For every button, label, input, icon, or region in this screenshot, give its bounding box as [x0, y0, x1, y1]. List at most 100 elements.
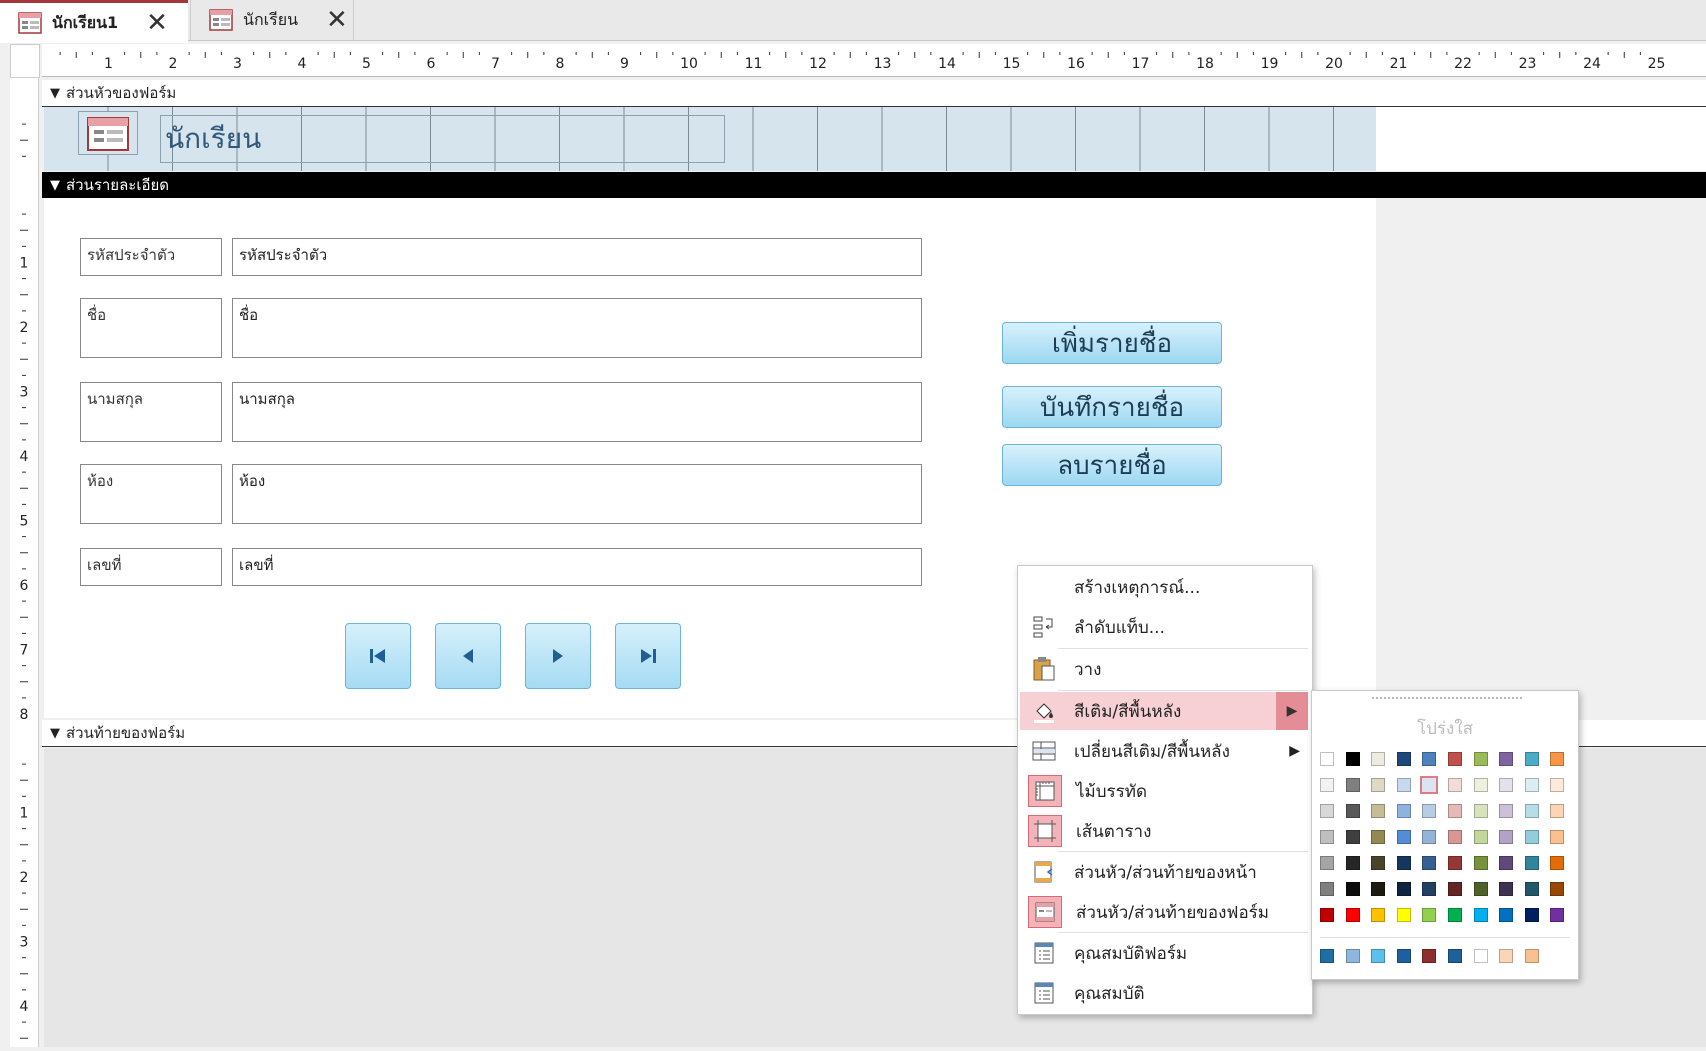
menu-item-ruler[interactable]: ไม้บรรทัด — [1020, 772, 1308, 810]
textbox-last-name[interactable]: นามสกุล — [232, 382, 922, 442]
color-swatch[interactable] — [1550, 882, 1565, 896]
color-swatch[interactable] — [1320, 778, 1334, 792]
color-swatch[interactable] — [1396, 752, 1411, 766]
color-swatch[interactable] — [1396, 856, 1411, 870]
color-swatch[interactable] — [1524, 830, 1539, 844]
color-swatch[interactable] — [1371, 882, 1386, 896]
color-swatch[interactable] — [1371, 830, 1386, 844]
color-swatch[interactable] — [1473, 856, 1488, 870]
color-swatch[interactable] — [1550, 856, 1565, 870]
transparent-option[interactable]: โปร่งใส — [1312, 715, 1578, 742]
label-student-id[interactable]: รหัสประจำตัว — [80, 238, 222, 276]
recent-color-swatch[interactable] — [1499, 949, 1514, 963]
color-swatch[interactable] — [1499, 856, 1514, 870]
label-last-name[interactable]: นามสกุล — [80, 382, 222, 442]
color-swatch[interactable] — [1371, 908, 1386, 922]
color-swatch[interactable] — [1345, 856, 1360, 870]
menu-item-alternate-fill-color[interactable]: เปลี่ยนสีเติม/สีพื้นหลัง ▶ — [1020, 732, 1308, 770]
vertical-ruler[interactable]: 1 2 3 4 5 6 7 8 1 2 3 4 — [10, 78, 39, 1047]
color-swatch[interactable] — [1448, 882, 1462, 896]
form-title[interactable]: นักเรียน — [160, 115, 725, 163]
color-swatch[interactable] — [1345, 752, 1360, 766]
horizontal-ruler[interactable]: 1 2 3 4 5 6 7 8 9 10 11 12 13 14 15 16 17 18 19 20 21 22 23 24 2… — [42, 44, 1706, 77]
label-number[interactable]: เลขที่ — [80, 548, 222, 586]
close-icon[interactable]: ✕ — [146, 8, 168, 38]
color-swatch[interactable] — [1499, 830, 1514, 844]
menu-item-build-event[interactable]: สร้างเหตุการณ์... — [1020, 568, 1308, 606]
color-swatch[interactable] — [1448, 752, 1462, 766]
color-swatch[interactable] — [1422, 856, 1437, 870]
color-swatch[interactable] — [1473, 778, 1488, 792]
color-swatch[interactable] — [1320, 856, 1334, 870]
color-swatch[interactable] — [1345, 830, 1360, 844]
menu-item-fill-back-color[interactable]: สีเติม/สีพื้นหลัง ▶ — [1020, 692, 1308, 730]
color-swatch[interactable] — [1550, 908, 1565, 922]
color-swatch[interactable] — [1320, 908, 1334, 922]
logo-frame[interactable] — [78, 111, 138, 155]
delete-name-button[interactable]: ลบรายชื่อ — [1002, 444, 1222, 486]
recent-color-swatch[interactable] — [1524, 949, 1539, 963]
color-swatch[interactable] — [1320, 804, 1334, 818]
color-swatch[interactable] — [1396, 908, 1411, 922]
save-name-button[interactable]: บันทึกรายชื่อ — [1002, 386, 1222, 428]
color-swatch[interactable] — [1550, 778, 1565, 792]
color-swatch[interactable] — [1422, 752, 1437, 766]
color-swatch[interactable] — [1524, 778, 1539, 792]
color-swatch[interactable] — [1448, 778, 1462, 792]
recent-color-swatch[interactable] — [1396, 949, 1411, 963]
menu-item-properties[interactable]: คุณสมบัติ — [1020, 974, 1308, 1012]
tab-student1[interactable]: นักเรียน1 ✕ — [0, 0, 188, 43]
color-swatch[interactable] — [1371, 778, 1386, 792]
textbox-room[interactable]: ห้อง — [232, 464, 922, 524]
last-record-button[interactable] — [615, 623, 681, 689]
color-swatch[interactable] — [1524, 856, 1539, 870]
color-swatch[interactable] — [1473, 804, 1488, 818]
color-swatch[interactable] — [1420, 776, 1439, 794]
color-swatch[interactable] — [1422, 830, 1437, 844]
color-swatch[interactable] — [1396, 830, 1411, 844]
ruler-corner[interactable] — [10, 44, 40, 78]
color-swatch[interactable] — [1499, 882, 1514, 896]
recent-color-swatch[interactable] — [1320, 949, 1334, 963]
menu-item-paste[interactable]: วาง — [1020, 650, 1308, 688]
close-icon[interactable]: ✕ — [326, 5, 348, 35]
add-name-button[interactable]: เพิ่มรายชื่อ — [1002, 322, 1222, 364]
color-swatch[interactable] — [1550, 830, 1565, 844]
color-swatch[interactable] — [1473, 882, 1488, 896]
tab-student[interactable]: นักเรียน ✕ — [190, 0, 354, 40]
color-swatch[interactable] — [1499, 804, 1514, 818]
color-swatch[interactable] — [1345, 908, 1360, 922]
color-swatch[interactable] — [1422, 804, 1437, 818]
color-swatch[interactable] — [1448, 856, 1462, 870]
next-record-button[interactable] — [525, 623, 591, 689]
color-swatch[interactable] — [1396, 882, 1411, 896]
recent-color-swatch[interactable] — [1345, 949, 1360, 963]
color-swatch[interactable] — [1524, 908, 1539, 922]
color-swatch[interactable] — [1448, 908, 1462, 922]
menu-item-form-header-footer[interactable]: ส่วนหัว/ส่วนท้ายของฟอร์ม — [1020, 893, 1308, 931]
color-swatch[interactable] — [1473, 752, 1488, 766]
color-swatch[interactable] — [1448, 804, 1462, 818]
textbox-student-id[interactable]: รหัสประจำตัว — [232, 238, 922, 276]
label-room[interactable]: ห้อง — [80, 464, 222, 524]
menu-item-grid[interactable]: เส้นตาราง — [1020, 812, 1308, 850]
color-swatch[interactable] — [1320, 830, 1334, 844]
color-swatch[interactable] — [1499, 908, 1514, 922]
recent-color-swatch[interactable] — [1371, 949, 1386, 963]
color-swatch[interactable] — [1524, 752, 1539, 766]
textbox-number[interactable]: เลขที่ — [232, 548, 922, 586]
color-swatch[interactable] — [1422, 882, 1437, 896]
recent-color-swatch[interactable] — [1473, 949, 1488, 963]
color-swatch[interactable] — [1550, 752, 1565, 766]
color-swatch[interactable] — [1473, 830, 1488, 844]
color-swatch[interactable] — [1371, 804, 1386, 818]
color-swatch[interactable] — [1448, 830, 1462, 844]
menu-item-tab-order[interactable]: ลำดับแท็บ... — [1020, 608, 1308, 646]
previous-record-button[interactable] — [435, 623, 501, 689]
detail-bar[interactable]: ▼ ส่วนรายละเอียด — [42, 172, 1706, 198]
textbox-first-name[interactable]: ชื่อ — [232, 298, 922, 358]
color-swatch[interactable] — [1422, 908, 1437, 922]
color-swatch[interactable] — [1371, 752, 1386, 766]
recent-color-swatch[interactable] — [1422, 949, 1437, 963]
color-swatch[interactable] — [1499, 778, 1514, 792]
